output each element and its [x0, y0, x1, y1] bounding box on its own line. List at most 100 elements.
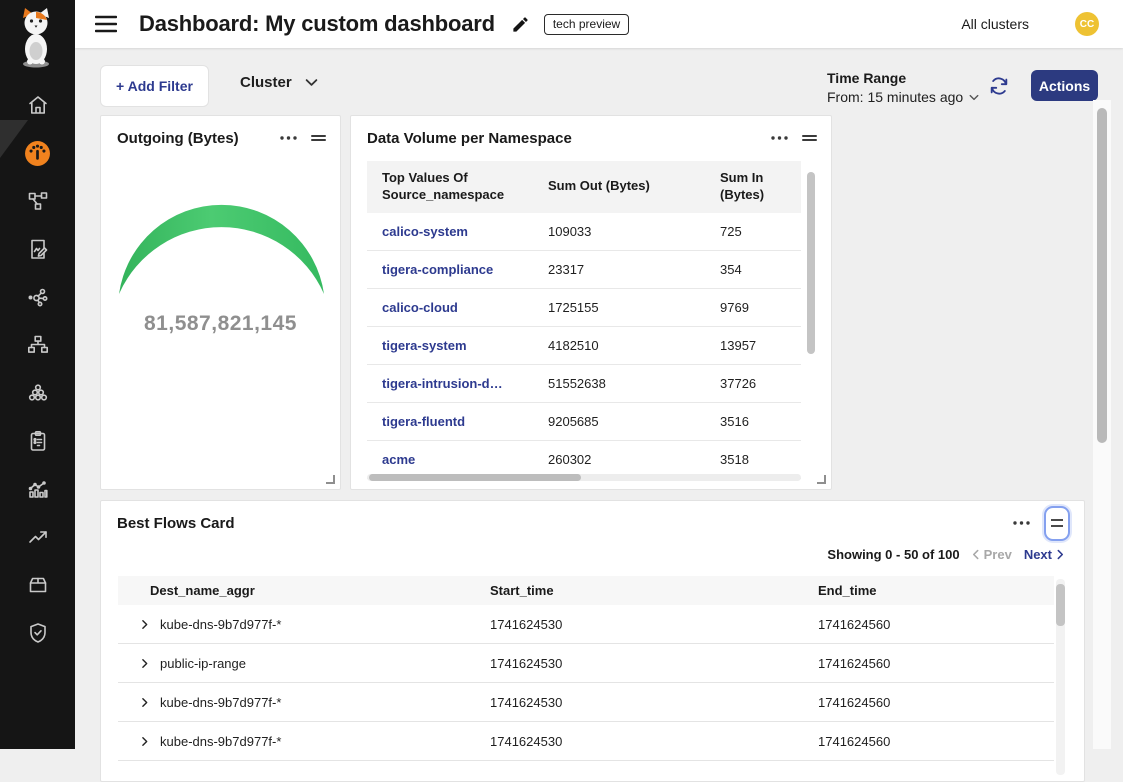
scrollbar-thumb[interactable]: [807, 172, 815, 354]
sum-in-cell: 725: [710, 213, 801, 251]
resize-handle[interactable]: [326, 475, 335, 484]
all-clusters-selector[interactable]: All clusters: [961, 16, 1029, 32]
sidebar-item-threat-feeds-icon[interactable]: [24, 284, 51, 310]
namespace-link[interactable]: acme: [382, 452, 415, 467]
table-row: tigera-intrusion-d… 5155263837726: [367, 364, 801, 402]
column-header-2: Sum In (Bytes): [710, 161, 801, 213]
card-menu-icon[interactable]: [771, 136, 788, 140]
add-filter-button[interactable]: + Add Filter: [100, 65, 209, 107]
sidebar-item-home-icon[interactable]: [24, 92, 51, 118]
next-page-button[interactable]: Next: [1024, 547, 1064, 562]
namespace-cell: tigera-fluentd: [367, 402, 538, 440]
sidebar-item-inventory-icon[interactable]: [24, 572, 51, 598]
namespace-link[interactable]: calico-system: [382, 224, 468, 239]
expand-row-chevron-icon[interactable]: [138, 657, 151, 670]
sidebar-nav: [0, 92, 75, 646]
topbar: Dashboard: My custom dashboard tech prev…: [75, 0, 1123, 48]
vertical-scrollbar[interactable]: [1056, 579, 1065, 775]
sum-in-cell: 37726: [710, 364, 801, 402]
namespace-cell: acme: [367, 440, 538, 478]
horizontal-scrollbar[interactable]: [367, 474, 801, 481]
scrollbar-thumb[interactable]: [369, 474, 581, 481]
gauge-value: 81,587,821,145: [101, 312, 340, 336]
sidebar-item-service-graph-icon[interactable]: [24, 188, 51, 214]
table-row: kube-dns-9b7d977f-*17416245301741624560: [118, 722, 1054, 761]
time-range-value[interactable]: From: 15 minutes ago: [827, 89, 979, 105]
namespace-link[interactable]: tigera-fluentd: [382, 414, 465, 429]
sum-in-cell: 13957: [710, 326, 801, 364]
sidebar-item-compliance-icon[interactable]: [24, 428, 51, 454]
vertical-scrollbar[interactable]: [807, 166, 815, 479]
page-title: Dashboard: My custom dashboard: [139, 11, 495, 37]
dest-name-cell: public-ip-range: [118, 644, 480, 683]
namespace-link[interactable]: tigera-compliance: [382, 262, 493, 277]
table-row: acme2603023518: [367, 440, 801, 478]
card-header: Outgoing (Bytes): [101, 116, 340, 160]
sidebar-item-network-icon[interactable]: [24, 332, 51, 358]
cluster-dropdown[interactable]: Cluster: [240, 74, 318, 91]
table-row: tigera-compliance 23317354: [367, 250, 801, 288]
start-time-cell: 1741624530: [480, 683, 808, 722]
table-row: public-ip-range17416245301741624560: [118, 644, 1054, 683]
best-flows-card: Best Flows Card Showing 0 - 50 of 100 Pr…: [100, 500, 1085, 782]
namespace-link[interactable]: calico-cloud: [382, 300, 458, 315]
sum-out-cell: 4182510: [538, 326, 710, 364]
prev-page-button[interactable]: Prev: [972, 547, 1012, 562]
sum-in-cell: 3516: [710, 402, 801, 440]
card-title: Best Flows Card: [117, 515, 235, 532]
refresh-button[interactable]: [988, 75, 1010, 97]
column-header-1: Sum Out (Bytes): [538, 161, 710, 213]
column-header-1: Start_time: [480, 576, 808, 605]
drag-handle-icon-focused[interactable]: [1044, 506, 1070, 541]
table-row: calico-system109033725: [367, 213, 801, 251]
expand-row-chevron-icon[interactable]: [138, 735, 151, 748]
sidebar-item-clusters-icon[interactable]: [24, 380, 51, 406]
chevron-left-icon: [972, 549, 979, 560]
hamburger-menu-icon[interactable]: [95, 15, 117, 33]
gauge-chart: [101, 191, 340, 321]
card-title: Outgoing (Bytes): [117, 130, 239, 147]
sidebar-item-dashboards-icon[interactable]: [24, 140, 51, 166]
namespace-table: Top Values Of Source_namespaceSum Out (B…: [367, 161, 801, 479]
namespace-cell: tigera-intrusion-d…: [367, 364, 538, 402]
dest-name-wrap: kube-dns-9b7d977f-*: [128, 617, 470, 632]
namespace-link[interactable]: tigera-intrusion-d…: [382, 376, 503, 391]
expand-row-chevron-icon[interactable]: [138, 696, 151, 709]
chevron-down-icon: [305, 78, 318, 87]
card-menu-icon[interactable]: [1013, 521, 1030, 525]
edit-dashboard-icon[interactable]: [511, 15, 530, 34]
sum-out-cell: 23317: [538, 250, 710, 288]
expand-row-chevron-icon[interactable]: [138, 618, 151, 631]
card-header: Best Flows Card: [101, 501, 1084, 545]
end-time-cell: 1741624560: [808, 605, 1054, 644]
drag-handle-icon[interactable]: [802, 133, 817, 143]
table-row: calico-cloud17251559769: [367, 288, 801, 326]
sidebar-item-trends-icon[interactable]: [24, 524, 51, 550]
card-menu-icon[interactable]: [280, 136, 297, 140]
scrollbar-thumb[interactable]: [1097, 108, 1107, 443]
table-header-row: Top Values Of Source_namespaceSum Out (B…: [367, 161, 801, 213]
user-avatar[interactable]: CC: [1075, 12, 1099, 36]
outgoing-bytes-card: Outgoing (Bytes) 81,587,821,145: [100, 115, 341, 490]
dest-name-text: kube-dns-9b7d977f-*: [160, 734, 281, 749]
dest-name-wrap: kube-dns-9b7d977f-*: [128, 734, 470, 749]
dest-name-text: kube-dns-9b7d977f-*: [160, 617, 281, 632]
chevron-right-icon: [1057, 549, 1064, 560]
sum-out-cell: 51552638: [538, 364, 710, 402]
sidebar-item-policies-icon[interactable]: [24, 236, 51, 262]
column-header-2: End_time: [808, 576, 1054, 605]
actions-button[interactable]: Actions: [1031, 70, 1098, 101]
topbar-right: All clusters CC: [961, 12, 1123, 36]
sidebar-item-security-icon[interactable]: [24, 620, 51, 646]
namespace-link[interactable]: tigera-system: [382, 338, 467, 353]
resize-handle[interactable]: [817, 475, 826, 484]
page-scrollbar[interactable]: [1093, 100, 1111, 749]
table-row: tigera-system 418251013957: [367, 326, 801, 364]
sum-out-cell: 260302: [538, 440, 710, 478]
pagination: Showing 0 - 50 of 100 Prev Next: [827, 547, 1064, 562]
scrollbar-thumb[interactable]: [1056, 584, 1065, 626]
dest-name-cell: kube-dns-9b7d977f-*: [118, 722, 480, 761]
drag-handle-icon[interactable]: [311, 133, 326, 143]
sidebar-item-statistics-icon[interactable]: [24, 476, 51, 502]
sum-in-cell: 354: [710, 250, 801, 288]
